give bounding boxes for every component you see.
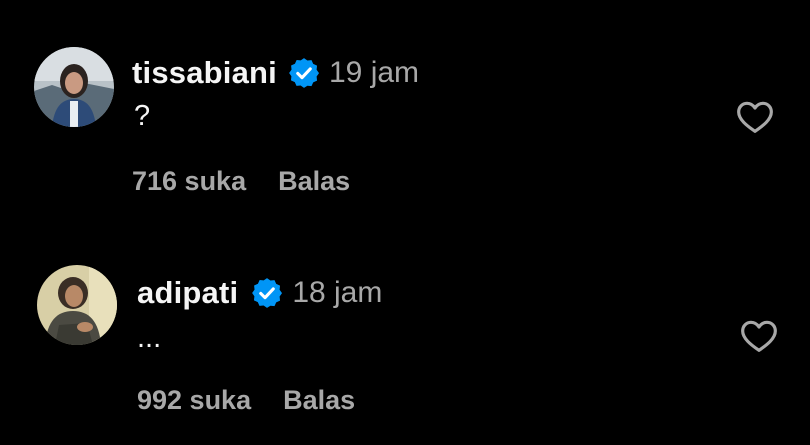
avatar[interactable] (37, 265, 117, 345)
heart-outline-icon[interactable] (735, 97, 775, 137)
comment-header: tissabiani 19 jam (132, 55, 419, 91)
heart-outline-icon[interactable] (739, 316, 779, 356)
comment-text: ? (134, 100, 151, 132)
avatar-image (34, 47, 114, 127)
reply-button[interactable]: Balas (278, 166, 350, 197)
avatar[interactable] (34, 47, 114, 127)
like-count[interactable]: 716 suka (132, 166, 246, 197)
verified-badge-icon (250, 276, 284, 310)
avatar-image (37, 265, 117, 345)
reply-button[interactable]: Balas (283, 385, 355, 416)
comment-item: tissabiani 19 jam ? 716 suka Balas (0, 0, 810, 220)
comment-text: ... (137, 322, 162, 354)
comment-item: adipati 18 jam ... 992 suka Balas (0, 220, 810, 445)
username[interactable]: adipati (137, 275, 238, 311)
comment-time: 19 jam (329, 56, 420, 89)
comment-meta: 716 suka Balas (132, 165, 350, 197)
comment-time: 18 jam (292, 276, 383, 309)
comment-meta: 992 suka Balas (137, 384, 355, 416)
comment-header: adipati 18 jam (137, 275, 382, 311)
like-count[interactable]: 992 suka (137, 385, 251, 416)
verified-badge-icon (287, 56, 321, 90)
username[interactable]: tissabiani (132, 55, 277, 91)
